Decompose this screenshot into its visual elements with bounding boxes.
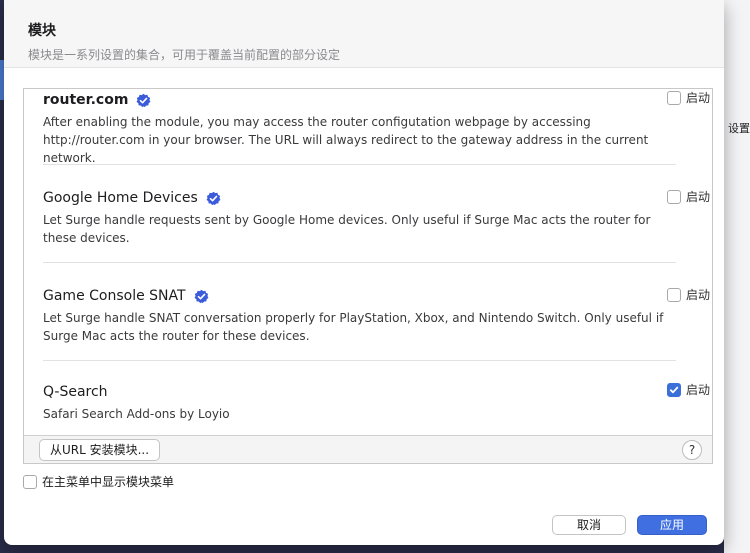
verified-badge-icon xyxy=(206,191,221,205)
enable-label: 启动 xyxy=(685,288,710,302)
module-enable-toggle[interactable]: 启动 xyxy=(666,188,710,205)
enable-checkbox[interactable] xyxy=(666,90,681,105)
module-item-google-home-devices[interactable]: Google Home Devices Let Surge handle req… xyxy=(43,165,710,263)
modules-sheet: 模块 模块是一系列设置的集合，可用于覆盖当前配置的部分设定 router.com… xyxy=(4,0,724,545)
enable-label: 启动 xyxy=(685,190,710,204)
background-window: 设置 xyxy=(724,0,750,553)
cancel-button[interactable]: 取消 xyxy=(552,515,626,535)
sheet-title: 模块 xyxy=(28,23,56,39)
module-item-router-com[interactable]: router.com After enabling the module, yo… xyxy=(43,89,710,165)
module-enable-toggle[interactable]: 启动 xyxy=(666,89,710,106)
module-item-q-search[interactable]: Q-Search Safari Search Add-ons by Loyio … xyxy=(43,361,710,423)
install-from-url-button[interactable]: 从URL 安装模块... xyxy=(39,439,161,461)
module-name: Game Console SNAT xyxy=(43,288,186,304)
module-description: Let Surge handle requests sent by Google… xyxy=(43,213,651,245)
module-title-row: Google Home Devices xyxy=(43,187,676,209)
module-description: Safari Search Add-ons by Loyio xyxy=(43,407,230,421)
module-item-game-console-snat[interactable]: Game Console SNAT Let Surge handle SNAT … xyxy=(43,263,710,361)
enable-label: 启动 xyxy=(685,383,710,397)
module-enable-toggle[interactable]: 启动 xyxy=(666,381,710,398)
module-list-panel: router.com After enabling the module, yo… xyxy=(23,88,713,464)
module-name: Q-Search xyxy=(43,384,108,400)
module-name: router.com xyxy=(43,92,129,108)
help-button[interactable]: ? xyxy=(682,440,702,460)
enable-checkbox[interactable] xyxy=(666,382,681,397)
show-module-menu-checkbox[interactable] xyxy=(23,474,37,489)
module-description: After enabling the module, you may acces… xyxy=(43,115,649,165)
module-list-footer: 从URL 安装模块... ? xyxy=(24,435,712,463)
background-settings-text: 设置 xyxy=(728,122,750,135)
module-enable-toggle[interactable]: 启动 xyxy=(666,286,710,303)
enable-checkbox[interactable] xyxy=(666,189,681,204)
module-title-row: Q-Search xyxy=(43,381,676,403)
apply-button[interactable]: 应用 xyxy=(637,515,707,535)
module-list[interactable]: router.com After enabling the module, yo… xyxy=(24,89,712,435)
show-module-menu-option[interactable]: 在主菜单中显示模块菜单 xyxy=(23,473,174,490)
sheet-header: 模块 模块是一系列设置的集合，可用于覆盖当前配置的部分设定 xyxy=(4,0,724,68)
module-title-row: router.com xyxy=(43,89,676,111)
module-title-row: Game Console SNAT xyxy=(43,285,676,307)
sheet-subtitle: 模块是一系列设置的集合，可用于覆盖当前配置的部分设定 xyxy=(28,48,341,62)
verified-badge-icon xyxy=(194,289,208,303)
module-name: Google Home Devices xyxy=(43,190,198,206)
show-module-menu-label: 在主菜单中显示模块菜单 xyxy=(42,475,175,489)
module-description: Let Surge handle SNAT conversation prope… xyxy=(43,311,664,343)
checkmark-icon xyxy=(669,386,679,393)
enable-checkbox[interactable] xyxy=(666,287,681,302)
enable-label: 启动 xyxy=(685,91,710,105)
verified-badge-icon xyxy=(136,93,151,107)
